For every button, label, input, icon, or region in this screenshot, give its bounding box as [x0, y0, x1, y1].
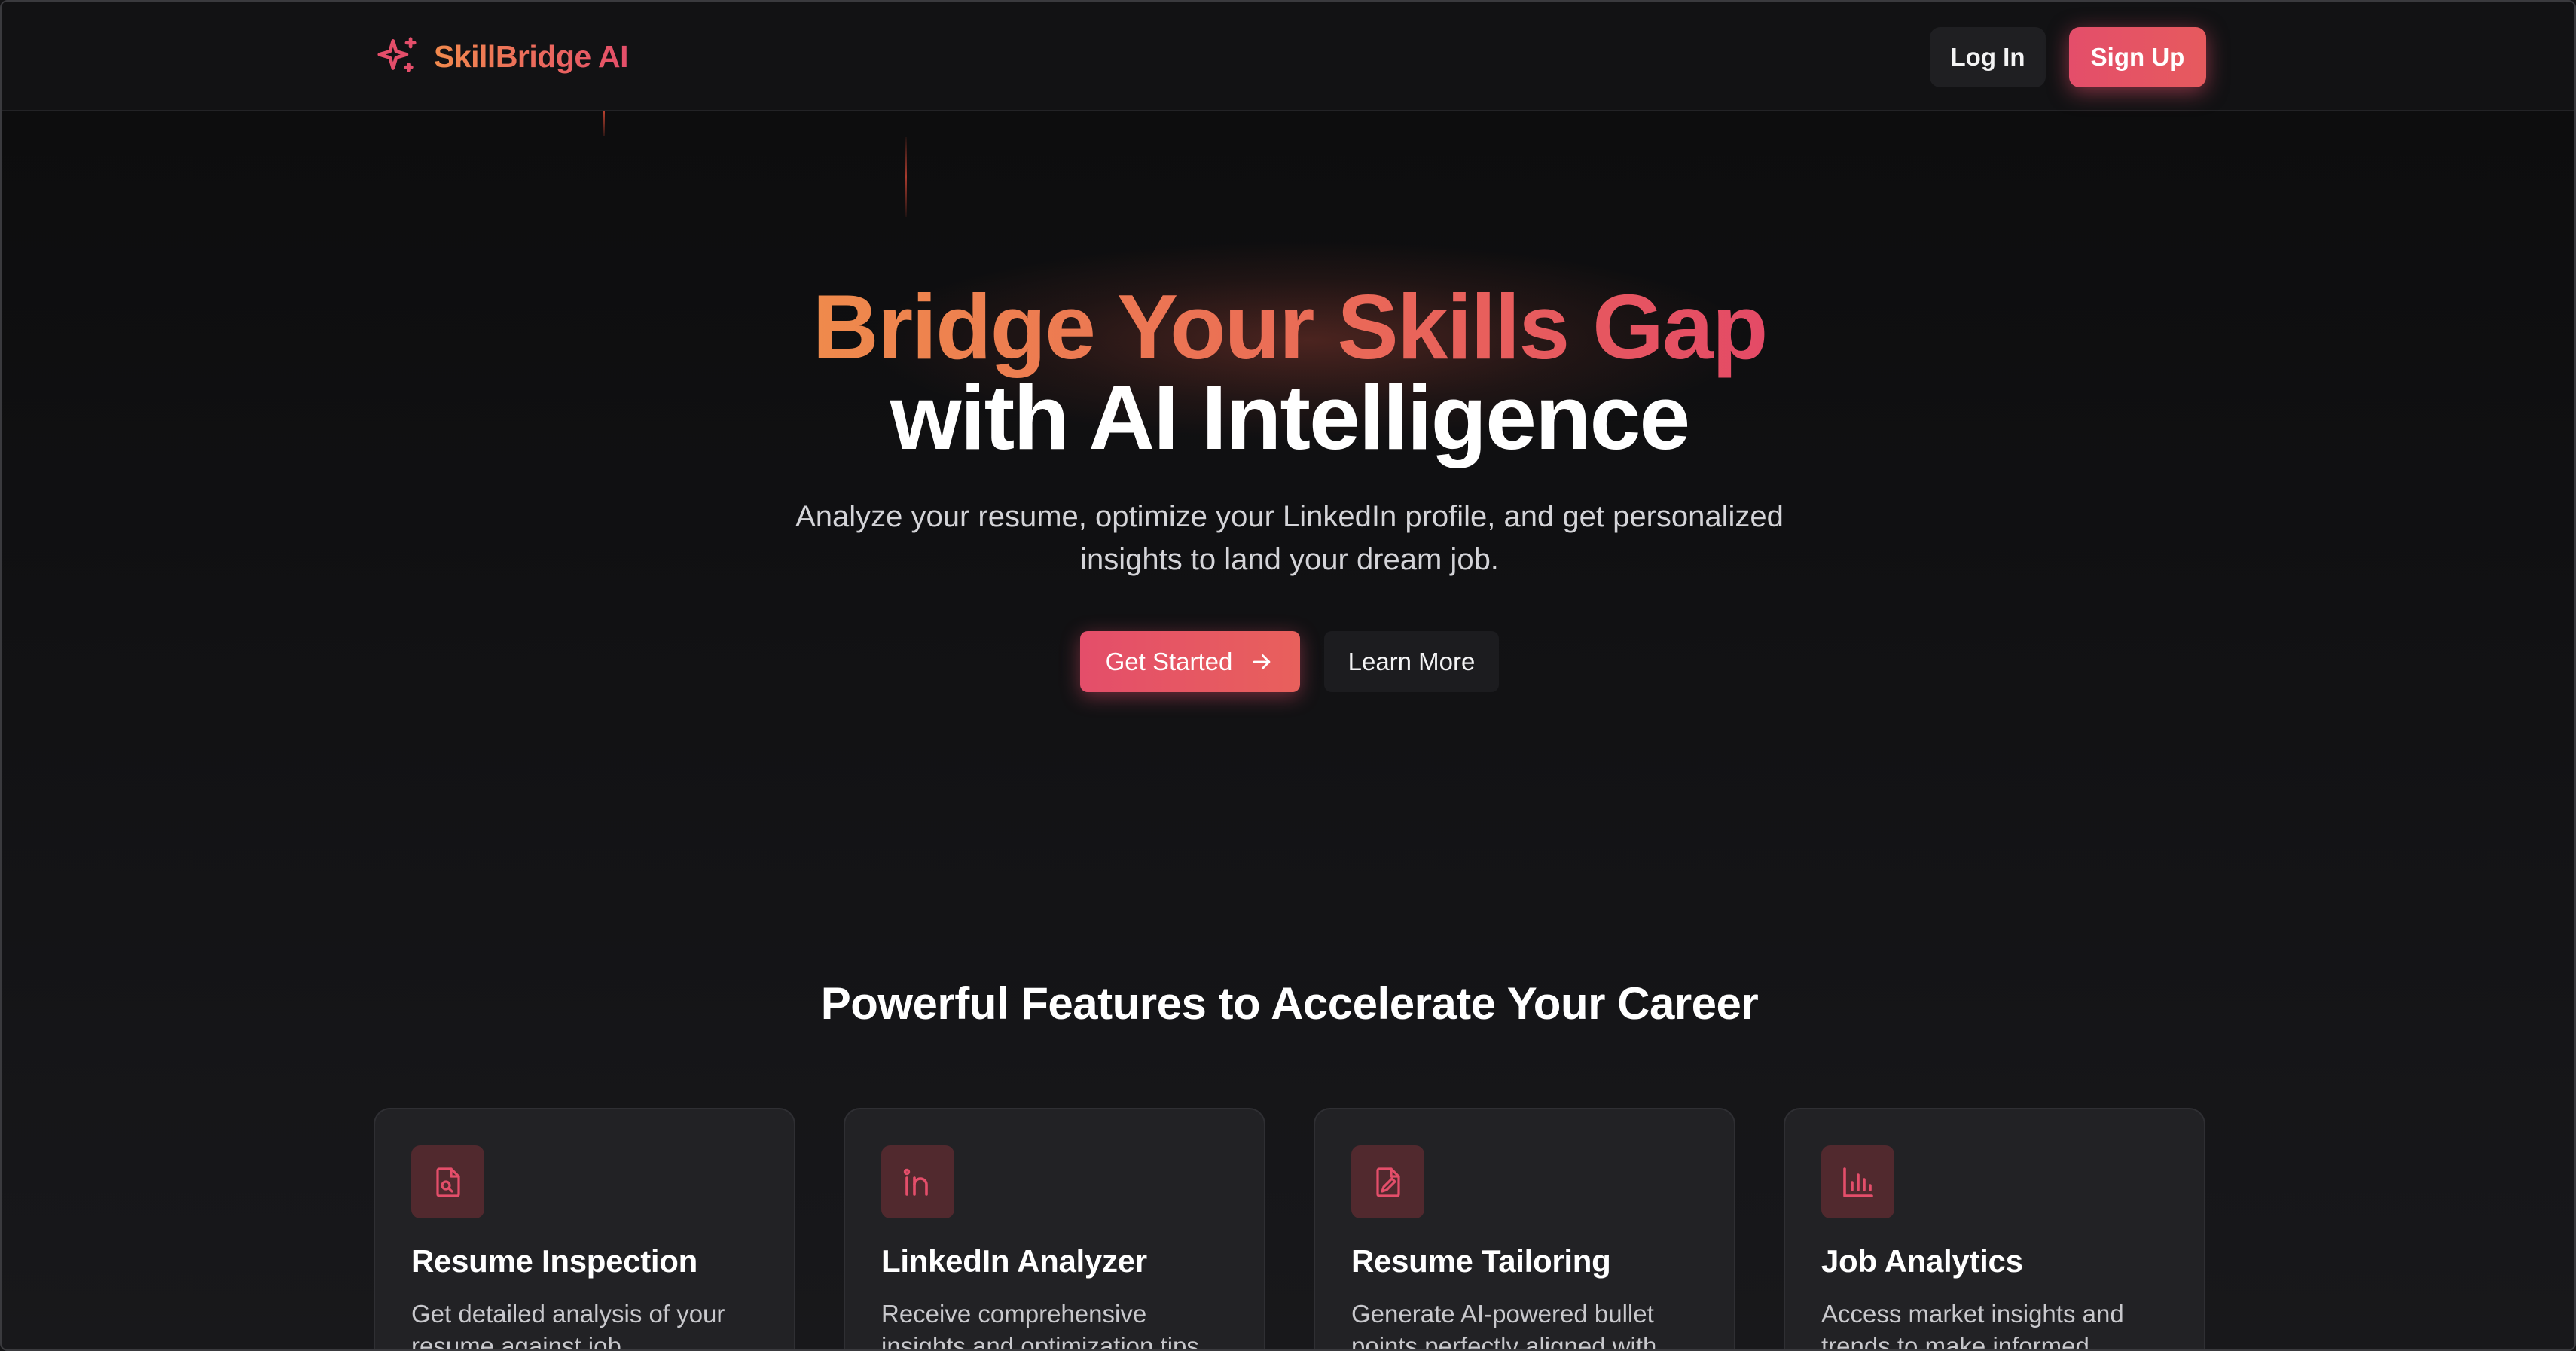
brand-name: SkillBridge AI: [434, 38, 629, 74]
light-beam-decoration: [603, 111, 605, 136]
feature-title: Job Analytics: [1821, 1243, 2023, 1279]
feature-title: LinkedIn Analyzer: [881, 1243, 1147, 1279]
linkedin-icon: [881, 1145, 954, 1218]
bar-chart-icon: [1821, 1145, 1894, 1218]
hero-title-gradient: Bridge Your Skills Gap: [812, 276, 1769, 378]
hero-title: with AI Intelligence: [890, 366, 1690, 468]
feature-description: Receive comprehensive insights and optim…: [881, 1300, 1199, 1351]
learn-more-button[interactable]: Learn More: [1324, 631, 1499, 692]
top-nav: SkillBridge AI Log In Sign Up: [2, 2, 2574, 111]
feature-description: Generate AI-powered bullet points perfec…: [1351, 1300, 1657, 1351]
feature-card-resume-tailoring[interactable]: Resume Tailoring Generate AI-powered bul…: [1314, 1108, 1735, 1351]
feature-card-resume-inspection[interactable]: Resume Inspection Get detailed analysis …: [374, 1108, 795, 1351]
sparkles-icon: [377, 37, 417, 72]
get-started-button[interactable]: Get Started: [1080, 631, 1300, 692]
light-beam-decoration: [905, 137, 907, 217]
features-heading: Powerful Features to Accelerate Your Car…: [820, 978, 1759, 1029]
feature-description: Get detailed analysis of your resume aga…: [411, 1300, 725, 1351]
login-button[interactable]: Log In: [1930, 27, 2046, 87]
feature-title: Resume Tailoring: [1351, 1243, 1611, 1279]
hero-subtitle: Analyze your resume, optimize your Linke…: [795, 500, 1784, 576]
feature-card-job-analytics[interactable]: Job Analytics Access market insights and…: [1784, 1108, 2205, 1351]
brand-logo[interactable]: SkillBridge AI: [374, 32, 629, 81]
signup-button[interactable]: Sign Up: [2069, 27, 2206, 87]
feature-card-linkedin-analyzer[interactable]: LinkedIn Analyzer Receive comprehensive …: [844, 1108, 1265, 1351]
feature-description: Access market insights and trends to mak…: [1821, 1300, 2124, 1351]
app-window: SkillBridge AI Log In Sign Up Bridge You…: [0, 0, 2576, 1351]
file-edit-icon: [1351, 1145, 1424, 1218]
get-started-label: Get Started: [1105, 647, 1233, 676]
file-search-icon: [411, 1145, 484, 1218]
feature-title: Resume Inspection: [411, 1243, 697, 1279]
arrow-right-icon: [1253, 654, 1271, 669]
